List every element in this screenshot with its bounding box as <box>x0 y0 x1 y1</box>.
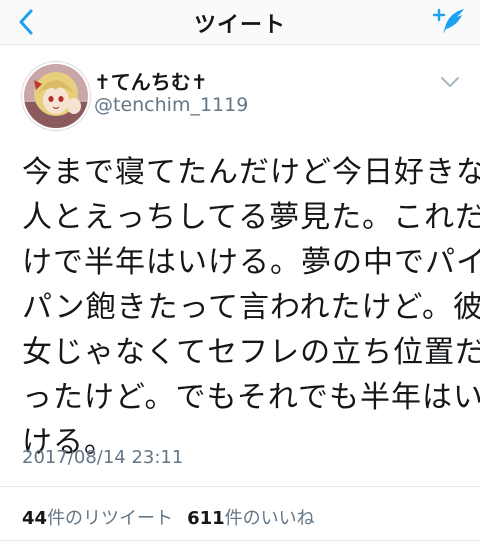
page-title: ツイート <box>193 13 286 38</box>
tweet-detail-screen: ツイート ✝てんちむ✝ @tenchim_1119 今まで寝てたんだけど今日好き… <box>0 0 480 554</box>
divider <box>0 540 480 541</box>
likes-stat[interactable]: 611件のいいね <box>187 508 315 529</box>
compose-tweet-button[interactable] <box>430 4 470 40</box>
likes-count: 611 <box>187 508 225 529</box>
compose-tweet-icon <box>433 8 464 34</box>
tweet-text: 今まで寝てたんだけど今日好きな 人とえっちしてる夢見た。これだ けで半年はいける… <box>22 150 480 465</box>
tweet-text-line: パン飽きたって言われたけど。彼 <box>22 290 480 325</box>
navigation-bar: ツイート <box>0 0 480 45</box>
tweet-menu-button[interactable] <box>438 72 462 92</box>
tweet-timestamp: 2017/08/14 23:11 <box>22 447 184 468</box>
avatar[interactable] <box>22 62 90 130</box>
retweets-label: 件のリツイート <box>47 508 174 529</box>
tweet-author: ✝てんちむ✝ @tenchim_1119 <box>0 44 480 134</box>
likes-label: 件のいいね <box>224 508 315 529</box>
author-display-name[interactable]: ✝てんちむ✝ <box>94 66 208 95</box>
retweets-count: 44 <box>22 508 48 529</box>
tweet-text-line: 人とえっちしてる夢見た。これだ <box>22 200 480 235</box>
author-handle[interactable]: @tenchim_1119 <box>94 94 248 116</box>
tweet-text-line: 今まで寝てたんだけど今日好きな <box>22 155 480 190</box>
divider <box>0 486 480 487</box>
chevron-down-icon <box>441 77 459 87</box>
tweet-text-line: けで半年はいける。夢の中でパイ <box>22 245 480 280</box>
tweet-text-line: ったけど。でもそれでも半年はい <box>22 380 480 415</box>
avatar-image <box>24 64 88 128</box>
tweet-stats: 44件のリツイート 611件のいいね <box>22 504 315 530</box>
tweet-text-line: 女じゃなくてセフレの立ち位置だ <box>22 335 480 370</box>
retweets-stat[interactable]: 44件のリツイート <box>22 508 173 529</box>
